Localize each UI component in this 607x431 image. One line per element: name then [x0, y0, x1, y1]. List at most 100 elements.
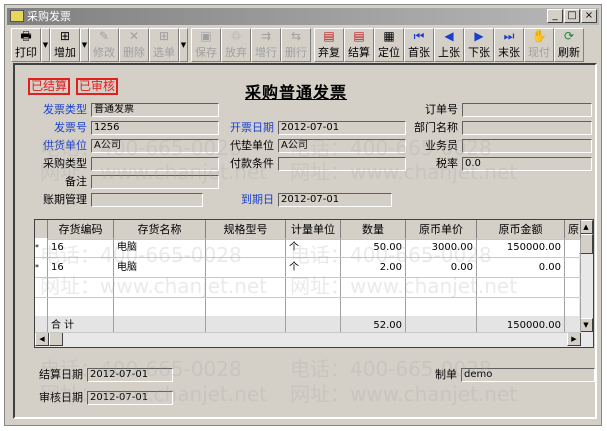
table-row[interactable]: * 16 电脑个 2.00 0.00 0.00 — [35, 258, 581, 278]
grid-cell[interactable] — [565, 258, 581, 277]
toolbar-button-prev[interactable]: ◀ 上张 — [434, 28, 464, 62]
order-no-field[interactable] — [462, 103, 592, 117]
toolbar-button-last[interactable]: ⏭ 末张 — [494, 28, 524, 62]
invoice-type-field[interactable]: 普通发票 — [91, 103, 219, 117]
table-row[interactable] — [35, 298, 581, 318]
grid-cell[interactable] — [406, 316, 477, 332]
settle-date-field[interactable]: 2012-07-01 — [87, 368, 173, 382]
grid-cell[interactable] — [114, 278, 206, 297]
row-indicator[interactable] — [35, 316, 48, 332]
hscroll-thumb[interactable] — [49, 332, 63, 346]
grid-cell[interactable] — [341, 298, 406, 317]
row-indicator[interactable] — [35, 278, 48, 297]
tax-rate-field[interactable]: 0.0 — [462, 157, 592, 171]
total-amount[interactable]: 150000.00 — [477, 316, 565, 332]
grid-cell[interactable] — [114, 316, 206, 332]
scroll-left-button[interactable]: ◀ — [35, 332, 49, 346]
total-quantity[interactable]: 52.00 — [341, 316, 406, 332]
column-header[interactable]: 原 — [565, 220, 581, 239]
grid-cell[interactable] — [477, 298, 565, 317]
maker-field[interactable]: demo — [461, 368, 595, 382]
dropdown-arrow-icon[interactable]: ▼ — [179, 28, 188, 62]
grid-cell[interactable] — [206, 278, 286, 297]
dropdown-arrow-icon[interactable]: ▼ — [80, 28, 89, 62]
column-header[interactable]: 规格型号 — [206, 220, 286, 239]
column-header[interactable]: 存货编码 — [48, 220, 114, 239]
grid-cell[interactable]: 电脑 — [114, 238, 206, 257]
grid-cell[interactable] — [286, 278, 341, 297]
grid-cell[interactable] — [477, 278, 565, 297]
toolbar-button-printer[interactable]: 🖶 打印 — [11, 28, 41, 62]
grid-cell[interactable]: 150000.00 — [477, 238, 565, 257]
toolbar-button-unsettle[interactable]: ▤ 弃复 — [314, 28, 344, 62]
grid-cell[interactable] — [114, 298, 206, 317]
grid-cell[interactable] — [565, 238, 581, 257]
advance-unit-field[interactable]: A公司 — [278, 139, 406, 153]
toolbar-button-locate[interactable]: ▦ 定位 — [374, 28, 404, 62]
toolbar-button-next[interactable]: ▶ 下张 — [464, 28, 494, 62]
grid-cell[interactable] — [48, 278, 114, 297]
total-label[interactable]: 合 计 — [48, 316, 114, 332]
grid-cell[interactable] — [406, 278, 477, 297]
supplier-field[interactable]: A公司 — [91, 139, 219, 153]
invoice-lines-grid[interactable]: ▲ ▼ ◀ ▶ 存货编码 存货名称 规格型号 计量单位 数量 原币单价 原币金额原 * 16 电脑… — [34, 219, 594, 348]
toolbar-button-select-doc[interactable]: ⊞ 选单 — [149, 28, 179, 62]
grid-cell[interactable]: 0.00 — [406, 258, 477, 277]
audit-date-field[interactable]: 2012-07-01 — [87, 391, 173, 405]
scroll-down-button[interactable]: ▼ — [579, 318, 593, 332]
row-indicator[interactable] — [35, 298, 48, 317]
toolbar-button-discard[interactable]: ♲ 放弃 — [221, 28, 251, 62]
grid-cell[interactable]: 16 — [48, 258, 114, 277]
grid-cell[interactable] — [565, 278, 581, 297]
grid-cell[interactable]: 50.00 — [341, 238, 406, 257]
remark-field[interactable] — [91, 175, 219, 189]
toolbar-button-add-doc[interactable]: ⊞ 增加 — [50, 28, 80, 62]
toolbar-button-add-row[interactable]: ⇉ 增行 — [251, 28, 281, 62]
vertical-scrollbar[interactable]: ▲ ▼ — [579, 220, 593, 332]
grid-cell[interactable] — [206, 258, 286, 277]
grid-cell[interactable]: 3000.00 — [406, 238, 477, 257]
grid-cell[interactable] — [206, 298, 286, 317]
grid-cell[interactable] — [48, 298, 114, 317]
scroll-up-button[interactable]: ▲ — [579, 220, 593, 234]
payment-terms-field[interactable] — [278, 157, 406, 171]
row-indicator[interactable]: * — [35, 238, 48, 257]
grid-cell[interactable] — [206, 238, 286, 257]
grid-cell[interactable]: 个 — [286, 258, 341, 277]
column-header[interactable]: 存货名称 — [114, 220, 206, 239]
grid-cell[interactable]: 电脑 — [114, 258, 206, 277]
grid-cell[interactable] — [406, 298, 477, 317]
toolbar-button-delete-row[interactable]: ⇆ 删行 — [281, 28, 311, 62]
dropdown-arrow-icon[interactable]: ▼ — [41, 28, 50, 62]
invoice-date-field[interactable]: 2012-07-01 — [278, 121, 406, 135]
toolbar-button-delete[interactable]: ✕ 删除 — [119, 28, 149, 62]
grid-cell[interactable]: 2.00 — [341, 258, 406, 277]
table-row[interactable]: * 16 电脑 个 50.00 3000.00 150000.00 — [35, 238, 581, 258]
invoice-no-field[interactable]: 1256 — [91, 121, 219, 135]
grid-cell[interactable] — [565, 316, 581, 332]
scroll-thumb[interactable] — [579, 234, 593, 254]
grid-cell[interactable]: 个 — [286, 238, 341, 257]
toolbar-button-cash-pay[interactable]: ✋ 现付 — [524, 28, 554, 62]
grid-cell[interactable] — [341, 278, 406, 297]
minimize-button[interactable]: _ — [547, 9, 563, 23]
toolbar-button-first[interactable]: ⏮ 首张 — [404, 28, 434, 62]
scroll-right-button[interactable]: ▶ — [567, 332, 581, 346]
toolbar-button-settle[interactable]: ▤ 结算 — [344, 28, 374, 62]
total-row[interactable]: 合 计 52.00 150000.00 — [35, 316, 581, 333]
grid-cell[interactable]: 16 — [48, 238, 114, 257]
grid-cell[interactable] — [206, 316, 286, 332]
grid-cell[interactable] — [286, 316, 341, 332]
column-header[interactable]: 数量 — [341, 220, 406, 239]
maximize-button[interactable]: □ — [564, 9, 580, 23]
column-header[interactable]: 原币金额 — [477, 220, 565, 239]
toolbar-button-save[interactable]: ▣ 保存 — [191, 28, 221, 62]
toolbar-button-edit[interactable]: ✎ 修改 — [89, 28, 119, 62]
salesperson-field[interactable] — [462, 139, 592, 153]
grid-cell[interactable] — [565, 298, 581, 317]
table-row[interactable] — [35, 278, 581, 298]
grid-cell[interactable]: 0.00 — [477, 258, 565, 277]
row-indicator[interactable]: * — [35, 258, 48, 277]
due-date-field[interactable]: 2012-07-01 — [278, 193, 392, 207]
column-header[interactable]: 原币单价 — [406, 220, 477, 239]
